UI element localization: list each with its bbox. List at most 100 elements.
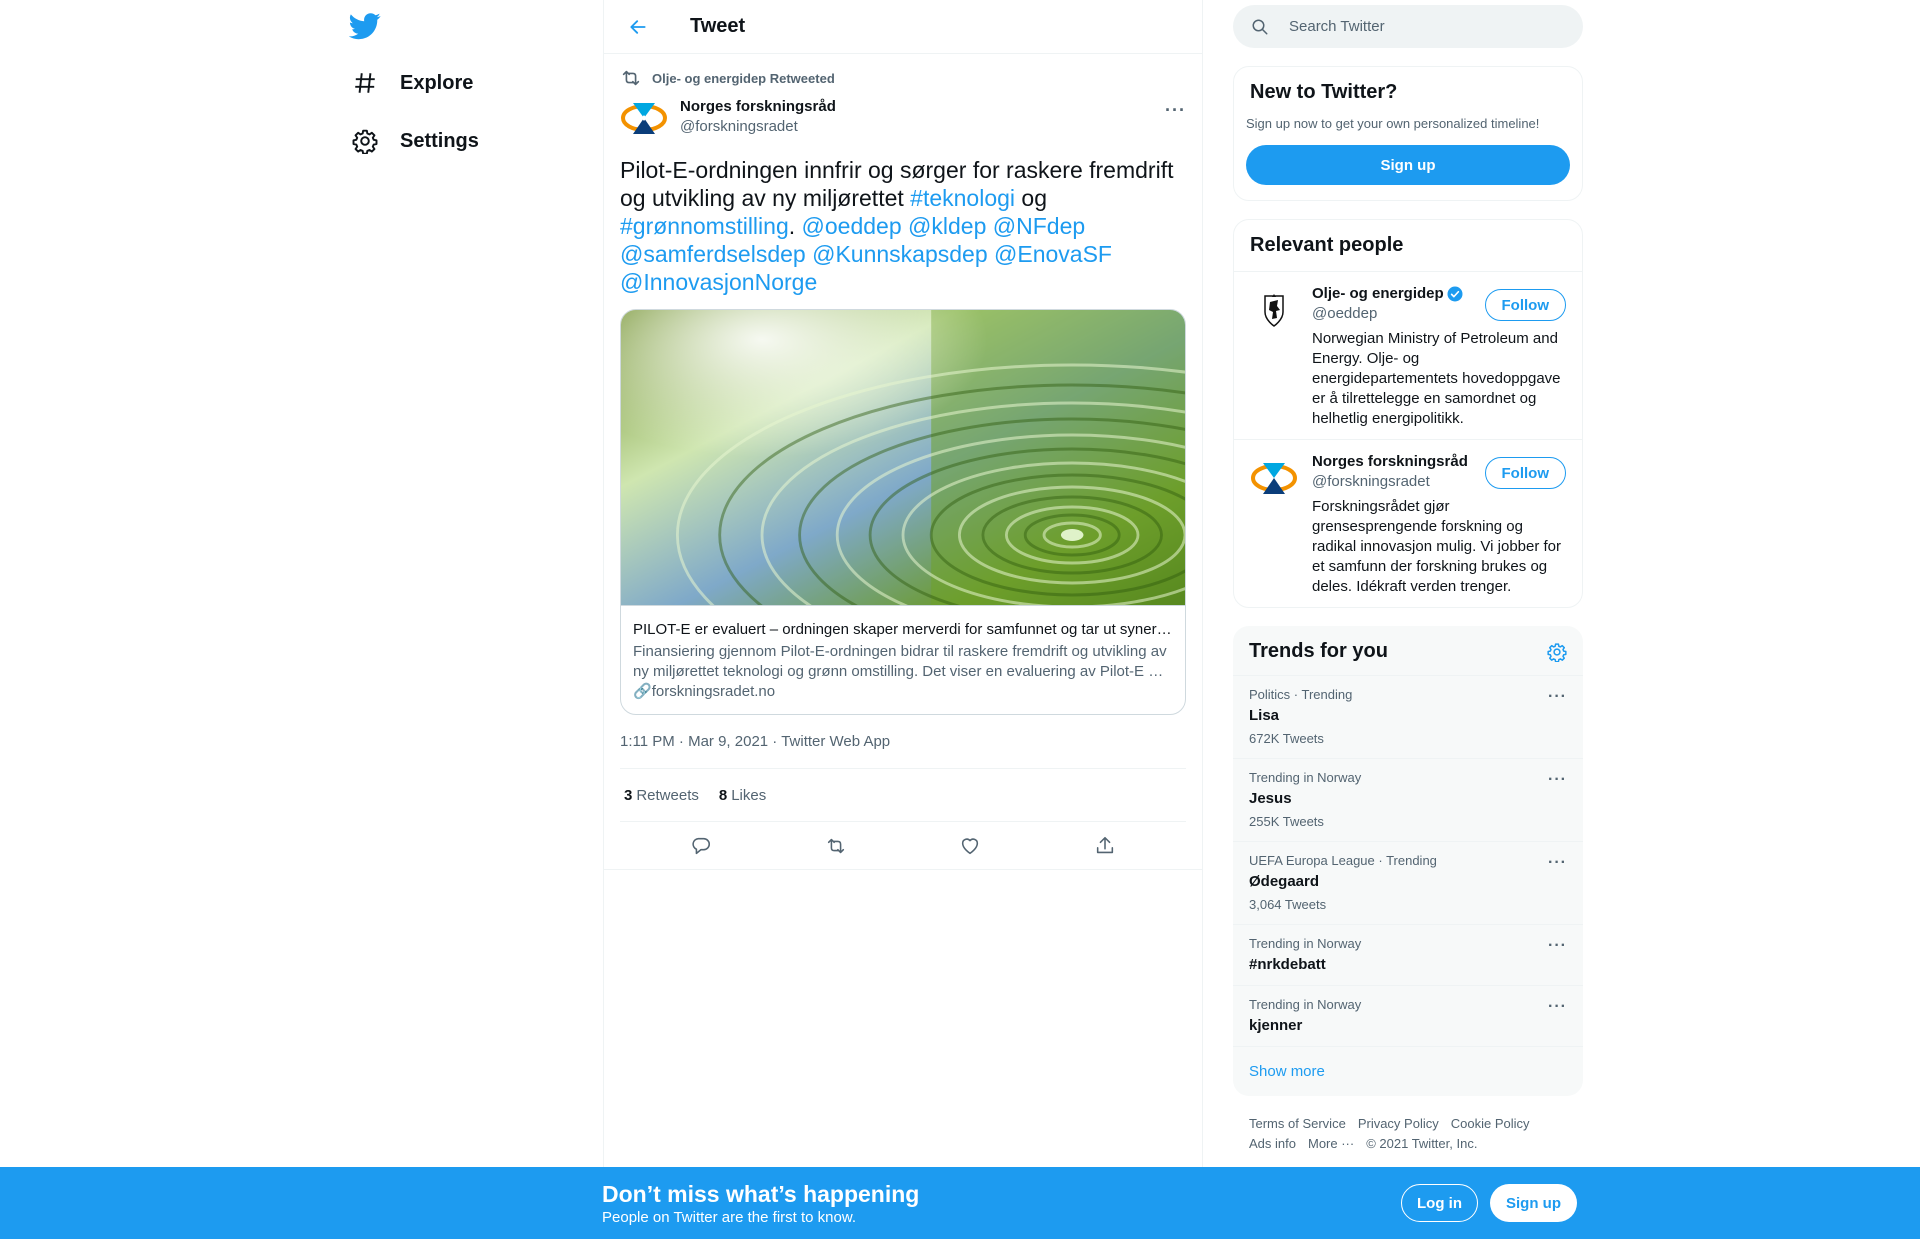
link-card[interactable]: PILOT-E er evaluert – ordningen skaper m… <box>620 309 1186 715</box>
retweet-icon <box>622 70 640 86</box>
likes-label: Likes <box>731 786 767 804</box>
tweet-timestamp[interactable]: 1:11 PM · Mar 9, 2021 <box>620 733 768 750</box>
search-icon <box>1252 19 1268 34</box>
trend-count: 255K Tweets <box>1249 814 1324 829</box>
page-title: Tweet <box>690 15 746 37</box>
gear-icon <box>352 129 378 154</box>
tweet-link[interactable]: #grønnomstilling <box>620 213 789 239</box>
retweet-icon <box>827 838 844 853</box>
search-bar[interactable] <box>1233 5 1583 48</box>
trend-item[interactable]: Trending in Norway kjenner ··· <box>1233 985 1583 1046</box>
show-more-link[interactable]: Show more <box>1233 1046 1583 1096</box>
card-title: PILOT-E er evaluert – ordningen skaper m… <box>633 621 1173 638</box>
trend-item[interactable]: UEFA Europa League · Trending Ødegaard 3… <box>1233 841 1583 924</box>
avatar[interactable] <box>1250 286 1298 334</box>
tweet-source[interactable]: Twitter Web App <box>781 733 890 750</box>
trend-item[interactable]: Politics · Trending Lisa 672K Tweets ··· <box>1233 675 1583 758</box>
nav-item-explore[interactable]: Explore <box>352 58 473 108</box>
retweet-button[interactable] <box>816 826 856 866</box>
author-name[interactable]: Norges forskningsråd <box>680 97 836 117</box>
author-handle[interactable]: @forskningsradet <box>680 117 836 137</box>
card-image <box>621 310 1185 605</box>
tweet-link[interactable]: @kldep <box>908 213 986 239</box>
more-options-icon[interactable]: ··· <box>1548 688 1567 706</box>
tweet-text-segment: Pilot-E-ordningen innfrir og sørger for … <box>620 157 1174 211</box>
more-options-icon[interactable]: ··· <box>1548 854 1567 872</box>
follow-button[interactable]: Follow <box>1484 289 1566 321</box>
card-description: Finansiering gjennom Pilot-E-ordningen b… <box>633 643 1167 680</box>
twitter-bird-icon[interactable] <box>348 10 381 42</box>
hashtag-icon <box>355 73 375 93</box>
trend-context: Trending in Norway <box>1249 770 1362 785</box>
back-button[interactable] <box>620 9 656 45</box>
tweet-link[interactable]: @oeddep <box>802 213 902 239</box>
trend-item[interactable]: Trending in Norway #nrkdebatt ··· <box>1233 924 1583 985</box>
tweet-meta: 1:11 PM · Mar 9, 2021 · Twitter Web App <box>620 733 1186 769</box>
trend-context: Politics · Trending <box>1249 687 1353 702</box>
signup-banner: Don’t miss what’s happening People on Tw… <box>0 1167 1920 1239</box>
like-button[interactable] <box>950 826 990 866</box>
retweets-stat[interactable]: 3 Retweets <box>624 787 699 804</box>
link-icon: 🔗 <box>633 683 652 700</box>
tweet-link[interactable]: @NFdep <box>993 213 1085 239</box>
panel-subtitle: Sign up now to get your own personalized… <box>1246 116 1540 131</box>
more-options-icon[interactable]: ··· <box>1548 998 1567 1016</box>
trend-name: #nrkdebatt <box>1249 956 1326 973</box>
right-sidebar: New to Twitter? Sign up now to get your … <box>1233 0 1583 1154</box>
new-to-twitter-panel: New to Twitter? Sign up now to get your … <box>1233 66 1583 201</box>
tweet-link[interactable]: @EnovaSF <box>994 241 1112 267</box>
copyright: © 2021 Twitter, Inc. <box>1366 1136 1478 1151</box>
more-options-icon[interactable]: ··· <box>1548 937 1567 955</box>
trend-name: Jesus <box>1249 790 1292 807</box>
person-bio: Norwegian Ministry of Petroleum and Ener… <box>1312 330 1561 427</box>
search-input[interactable] <box>1289 18 1549 35</box>
more-options-icon[interactable]: ··· <box>1165 100 1186 121</box>
verified-badge-icon <box>1447 286 1463 302</box>
person-card[interactable]: Olje- og energidep @oeddep Norwegian Min… <box>1234 272 1582 440</box>
reply-icon <box>692 837 711 854</box>
footer-link[interactable]: Cookie Policy <box>1451 1116 1530 1131</box>
trend-name: Ødegaard <box>1249 873 1320 890</box>
reply-button[interactable] <box>681 826 721 866</box>
sign-up-button[interactable]: Sign up <box>1246 145 1570 185</box>
relevant-people-panel: Relevant people Olje- og energidep @oedd… <box>1233 219 1583 608</box>
footer-link[interactable]: More ··· <box>1308 1136 1354 1151</box>
trend-item[interactable]: Trending in Norway Jesus 255K Tweets ··· <box>1233 758 1583 841</box>
panel-title: Trends for you <box>1249 640 1388 662</box>
tweet-link[interactable]: @InnovasjonNorge <box>620 269 817 295</box>
gear-icon[interactable] <box>1547 642 1567 662</box>
likes-stat[interactable]: 8 Likes <box>719 787 766 804</box>
panel-title: Relevant people <box>1234 220 1582 272</box>
trend-name: Lisa <box>1249 707 1280 724</box>
person-card[interactable]: Norges forskningsråd @forskningsradet Fo… <box>1234 440 1582 607</box>
retweeted-by-label: Olje- og energidep Retweeted <box>652 70 835 86</box>
trends-panel: Trends for you Politics · Trending Lisa … <box>1233 626 1583 1096</box>
trend-context: Trending in Norway <box>1249 997 1362 1012</box>
follow-button[interactable]: Follow <box>1484 457 1566 489</box>
footer: Terms of Service Privacy Policy Cookie Pol… <box>1233 1096 1583 1154</box>
share-icon <box>1096 836 1113 853</box>
footer-link[interactable]: Ads info <box>1249 1136 1296 1151</box>
tweet-author: Norges forskningsråd @forskningsradet ··… <box>620 94 1186 146</box>
footer-link[interactable]: Privacy Policy <box>1358 1116 1439 1131</box>
share-button[interactable] <box>1085 826 1125 866</box>
more-options-icon[interactable]: ··· <box>1548 771 1567 789</box>
person-name[interactable]: Olje- og energidep <box>1312 284 1444 304</box>
nav-item-settings[interactable]: Settings <box>352 116 479 166</box>
avatar[interactable] <box>620 94 668 142</box>
tweet-link[interactable]: @Kunnskapsdep <box>812 241 988 267</box>
tweet-stats: 3 Retweets 8 Likes <box>620 769 1186 822</box>
tweet-link[interactable]: @samferdselsdep <box>620 241 806 267</box>
main-column: Tweet Olje- og energidep Retweeted Norge… <box>603 0 1203 1239</box>
tweet: Olje- og energidep Retweeted Norges fors… <box>604 54 1202 870</box>
person-name[interactable]: Norges forskningsråd <box>1312 452 1468 472</box>
main-header: Tweet <box>604 0 1202 54</box>
card-domain-text: forskningsradet.no <box>651 683 776 700</box>
avatar[interactable] <box>1250 454 1298 502</box>
sign-up-button[interactable]: Sign up <box>1490 1184 1577 1222</box>
tweet-link[interactable]: #teknologi <box>910 185 1015 211</box>
footer-link[interactable]: Terms of Service <box>1249 1116 1346 1131</box>
tweet-text: Pilot-E-ordningen innfrir og sørger for … <box>620 156 1186 296</box>
retweet-context[interactable]: Olje- og energidep Retweeted <box>620 54 1186 94</box>
log-in-button[interactable]: Log in <box>1401 1184 1478 1222</box>
